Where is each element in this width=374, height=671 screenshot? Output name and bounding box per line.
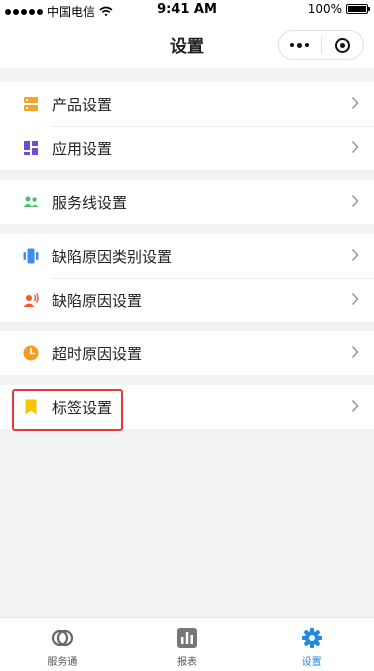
settings-group-1: 产品设置 应用设置	[0, 82, 374, 170]
clock-icon	[23, 345, 39, 361]
close-button[interactable]	[321, 31, 363, 59]
tab-label: 报表	[177, 657, 197, 668]
settings-row-tags[interactable]: 标签设置	[0, 385, 374, 429]
tab-bar: 服务通 报表 设置	[0, 617, 374, 671]
settings-row-defect-reason[interactable]: 缺陷原因设置	[0, 278, 374, 322]
settings-group-3: 缺陷原因类别设置 缺陷原因设置	[0, 234, 374, 322]
tab-service[interactable]: 服务通	[0, 618, 125, 671]
settings-row-label: 产品设置	[52, 96, 113, 114]
battery-percent: 100%	[307, 2, 342, 16]
close-target-icon	[334, 37, 350, 53]
chevron-right-icon	[351, 292, 359, 306]
tab-settings[interactable]: 设置	[249, 618, 374, 671]
chevron-right-icon	[351, 248, 359, 262]
service-icon	[52, 629, 74, 647]
phone-icon	[23, 248, 39, 264]
person-voice-icon	[23, 293, 39, 307]
settings-row-label: 标签设置	[52, 399, 113, 417]
settings-row-application[interactable]: 应用设置	[0, 126, 374, 170]
status-bar: 中国电信 9:41 AM 100%	[0, 0, 374, 20]
server-icon	[24, 97, 38, 111]
chevron-right-icon	[351, 194, 359, 208]
tab-report[interactable]: 报表	[125, 618, 250, 671]
status-right: 100%	[307, 2, 370, 16]
chevron-right-icon	[351, 399, 359, 413]
settings-gear-icon	[301, 628, 322, 648]
settings-row-service-line[interactable]: 服务线设置	[0, 180, 374, 224]
chevron-right-icon	[351, 345, 359, 359]
mini-program-capsule	[278, 30, 364, 60]
settings-row-product[interactable]: 产品设置	[0, 82, 374, 126]
chevron-right-icon	[351, 140, 359, 154]
battery-icon	[346, 4, 370, 14]
tab-label: 服务通	[47, 657, 78, 668]
settings-row-label: 缺陷原因类别设置	[52, 248, 173, 266]
settings-group-5: 标签设置	[0, 385, 374, 429]
settings-group-2: 服务线设置	[0, 180, 374, 224]
settings-row-label: 应用设置	[52, 140, 113, 158]
settings-group-4: 超时原因设置	[0, 331, 374, 375]
settings-row-label: 缺陷原因设置	[52, 292, 143, 310]
chevron-right-icon	[351, 96, 359, 110]
settings-row-defect-category[interactable]: 缺陷原因类别设置	[0, 234, 374, 278]
tab-label: 设置	[301, 657, 322, 668]
settings-row-label: 服务线设置	[52, 194, 128, 212]
bookmark-icon	[25, 399, 37, 415]
more-button[interactable]	[279, 31, 321, 59]
grid-icon	[24, 141, 38, 155]
report-icon	[177, 628, 197, 648]
settings-row-timeout-reason[interactable]: 超时原因设置	[0, 331, 374, 375]
nav-bar: 设置	[0, 20, 374, 68]
users-icon	[23, 196, 39, 207]
settings-row-label: 超时原因设置	[52, 345, 143, 363]
